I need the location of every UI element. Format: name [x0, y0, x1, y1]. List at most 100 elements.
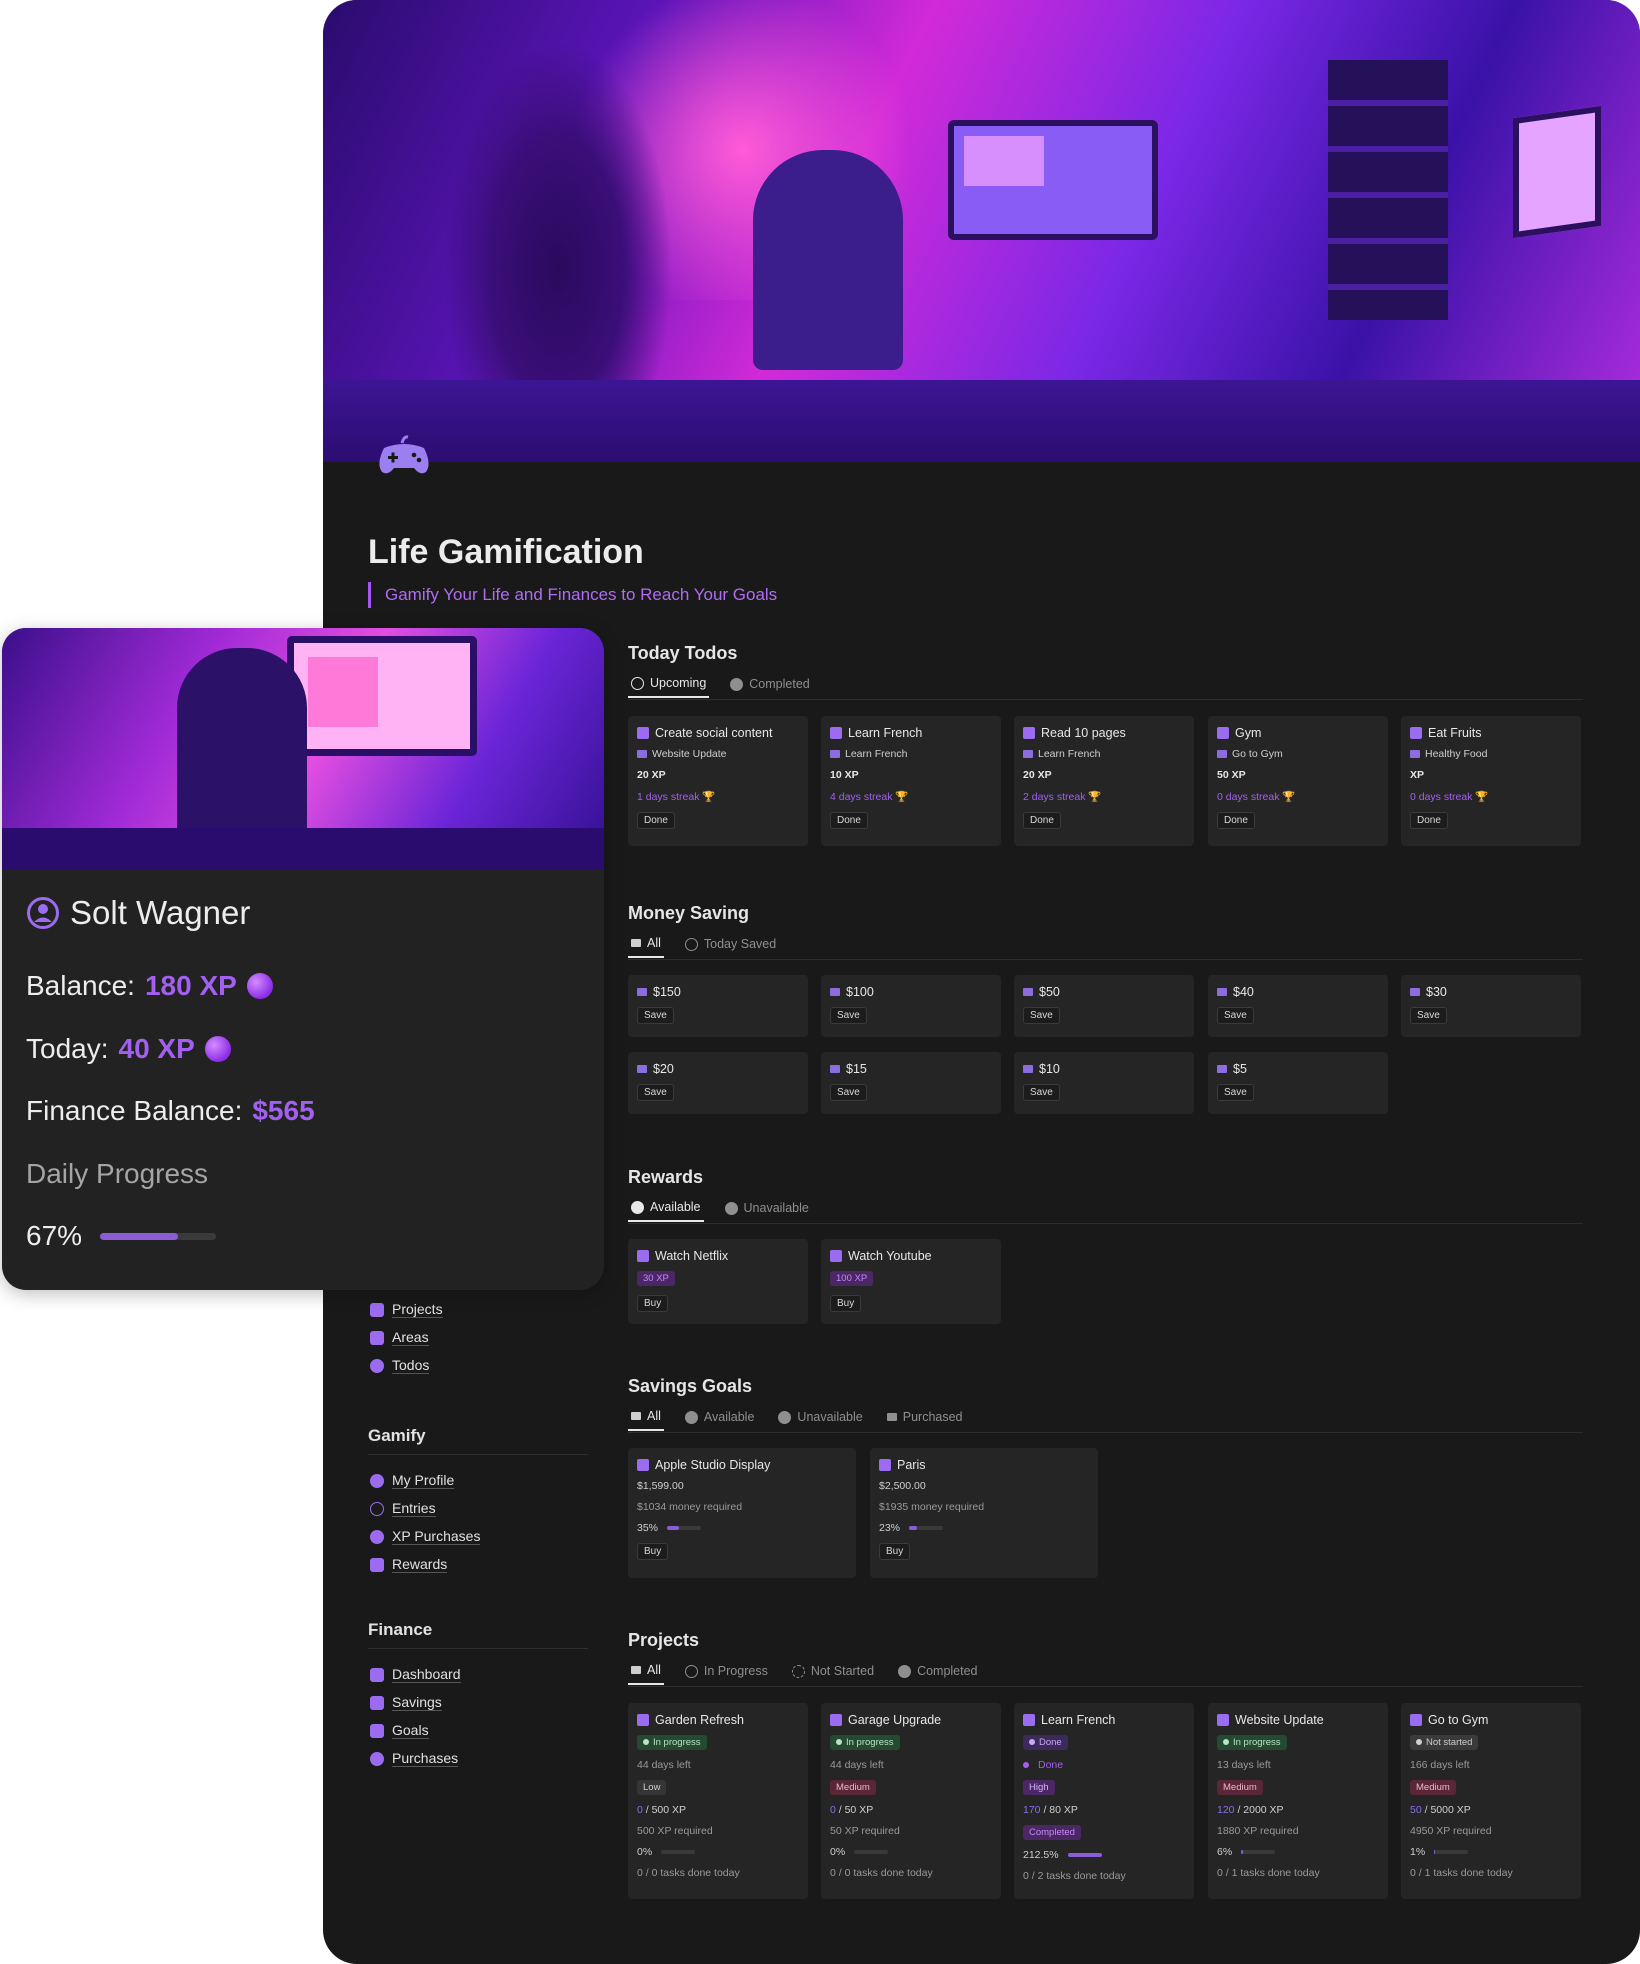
nav-gamify-title: Gamify	[368, 1426, 588, 1455]
tab-unavailable[interactable]: Unavailable	[722, 1194, 812, 1222]
nav-item-dashboard[interactable]: Dashboard	[370, 1661, 588, 1689]
save-button[interactable]: Save	[830, 1007, 867, 1024]
reward-card[interactable]: Watch Netflix 30 XP Buy	[628, 1239, 808, 1324]
buy-button[interactable]: Buy	[879, 1543, 911, 1560]
project-progress-bar	[1434, 1850, 1469, 1854]
todo-card[interactable]: Read 10 pages Learn French 20 XP 2 days str…	[1014, 716, 1194, 846]
save-button[interactable]: Save	[1023, 1007, 1060, 1024]
done-button[interactable]: Done	[637, 812, 675, 829]
page-title: Life Gamification	[368, 533, 644, 571]
todo-card[interactable]: Create social content Website Update 20 XP…	[628, 716, 808, 846]
status-label: In progress	[846, 1737, 894, 1748]
user-circle-icon	[27, 897, 59, 929]
goal-name: Paris	[897, 1458, 926, 1472]
saving-card[interactable]: $10 Save	[1014, 1052, 1194, 1114]
tab-available[interactable]: Available	[682, 1403, 758, 1431]
tab-purchased[interactable]: Purchased	[884, 1403, 966, 1431]
buy-button[interactable]: Buy	[830, 1295, 862, 1312]
project-card[interactable]: Go to Gym Not started 166 days left Medium 5…	[1401, 1703, 1581, 1899]
saving-card[interactable]: $5 Save	[1208, 1052, 1388, 1114]
dashboard-icon	[370, 1668, 384, 1682]
goal-required: $1935 money required	[879, 1501, 985, 1513]
nav-item-savings[interactable]: Savings	[370, 1689, 588, 1717]
tab-unavailable[interactable]: Unavailable	[775, 1403, 865, 1431]
tab-completed[interactable]: Completed	[727, 670, 812, 698]
tab-in-progress[interactable]: In Progress	[682, 1657, 771, 1685]
saving-card[interactable]: $15 Save	[821, 1052, 1001, 1114]
nav-top: Projects Areas Todos	[370, 1296, 443, 1380]
project-percent: 0%	[637, 1846, 653, 1858]
rewards-title: Rewards	[628, 1167, 704, 1187]
tab-all[interactable]: All	[628, 930, 664, 958]
goal-required: $1034 money required	[637, 1501, 743, 1513]
status-badge: Not started	[1410, 1735, 1479, 1750]
nav-item-projects[interactable]: Projects	[370, 1296, 443, 1324]
save-button[interactable]: Save	[1410, 1007, 1447, 1024]
nav-item-rewards[interactable]: Rewards	[370, 1551, 588, 1579]
save-button[interactable]: Save	[1023, 1084, 1060, 1101]
save-button[interactable]: Save	[637, 1084, 674, 1101]
saving-card[interactable]: $30 Save	[1401, 975, 1581, 1037]
saving-amount: $100	[846, 985, 874, 999]
todo-project: Learn French	[1038, 748, 1101, 760]
nav-item-purchases[interactable]: Purchases	[370, 1745, 588, 1773]
todo-card[interactable]: Gym Go to Gym 50 XP 0 days streak 🏆 Done	[1208, 716, 1388, 846]
reward-card[interactable]: Watch Youtube 100 XP Buy	[821, 1239, 1001, 1324]
clock-icon	[684, 937, 698, 951]
goal-card[interactable]: Apple Studio Display $1,599.00 $1034 money…	[628, 1448, 856, 1578]
nav-item-todos[interactable]: Todos	[370, 1352, 443, 1380]
nav-item-my-profile[interactable]: My Profile	[370, 1467, 588, 1495]
tab-not-started[interactable]: Not Started	[789, 1657, 877, 1685]
tab-available[interactable]: Available	[628, 1194, 704, 1222]
saving-card[interactable]: $150 Save	[628, 975, 808, 1037]
done-button[interactable]: Done	[1217, 812, 1255, 829]
project-card[interactable]: Website Update In progress 13 days left Med…	[1208, 1703, 1388, 1899]
todo-name: Create social content	[655, 726, 773, 740]
xp-total: / 5000 XP	[1421, 1804, 1471, 1816]
daily-progress-label: Daily Progress	[26, 1158, 209, 1189]
save-button[interactable]: Save	[1217, 1084, 1254, 1101]
daily-progress-value: 67%	[26, 1220, 83, 1251]
minus-circle-icon	[724, 1201, 738, 1215]
done-button[interactable]: Done	[830, 812, 868, 829]
project-card[interactable]: Garage Upgrade In progress 44 days left Med…	[821, 1703, 1001, 1899]
save-button[interactable]: Save	[1217, 1007, 1254, 1024]
buy-button[interactable]: Buy	[637, 1295, 669, 1312]
todo-card[interactable]: Learn French Learn French 10 XP 4 days stre…	[821, 716, 1001, 846]
reward-xp: 100 XP	[830, 1271, 874, 1286]
project-card[interactable]: Garden Refresh In progress 44 days left Low…	[628, 1703, 808, 1899]
todo-streak: 0 days streak 🏆	[1217, 791, 1296, 803]
tab-all[interactable]: All	[628, 1657, 664, 1685]
todo-card[interactable]: Eat Fruits Healthy Food XP 0 days streak 🏆 D…	[1401, 716, 1581, 846]
done-button[interactable]: Done	[1410, 812, 1448, 829]
days-left: 13 days left	[1217, 1759, 1271, 1771]
nav-item-goals[interactable]: Goals	[370, 1717, 588, 1745]
saving-card[interactable]: $100 Save	[821, 975, 1001, 1037]
project-percent: 0%	[830, 1846, 846, 1858]
saving-card[interactable]: $20 Save	[628, 1052, 808, 1114]
tab-completed[interactable]: Completed	[895, 1657, 980, 1685]
todos-title: Today Todos	[628, 643, 738, 663]
buy-button[interactable]: Buy	[637, 1543, 669, 1560]
money-icon	[370, 1696, 384, 1710]
nav-item-areas[interactable]: Areas	[370, 1324, 443, 1352]
tab-today-saved[interactable]: Today Saved	[682, 930, 779, 958]
dashed-circle-icon	[791, 1664, 805, 1678]
reward-name: Watch Netflix	[655, 1249, 729, 1263]
tab-upcoming[interactable]: Upcoming	[628, 670, 710, 698]
saving-card[interactable]: $50 Save	[1014, 975, 1194, 1037]
goal-percent: 35%	[637, 1522, 659, 1534]
save-button[interactable]: Save	[830, 1084, 867, 1101]
nav-item-entries[interactable]: Entries	[370, 1495, 588, 1523]
today-label: Today:	[26, 1033, 109, 1064]
todo-name: Read 10 pages	[1041, 726, 1126, 740]
nav-item-xp-purchases[interactable]: XP Purchases	[370, 1523, 588, 1551]
goal-price: $1,599.00	[637, 1480, 684, 1492]
tab-all[interactable]: All	[628, 1403, 664, 1431]
goal-card[interactable]: Paris $2,500.00 $1935 money required 23% Buy	[870, 1448, 1098, 1578]
done-button[interactable]: Done	[1023, 812, 1061, 829]
save-button[interactable]: Save	[637, 1007, 674, 1024]
saving-card[interactable]: $40 Save	[1208, 975, 1388, 1037]
project-name: Go to Gym	[1428, 1713, 1489, 1727]
project-card[interactable]: Learn French Done Done High 170 / 80 XP Compl…	[1014, 1703, 1194, 1899]
